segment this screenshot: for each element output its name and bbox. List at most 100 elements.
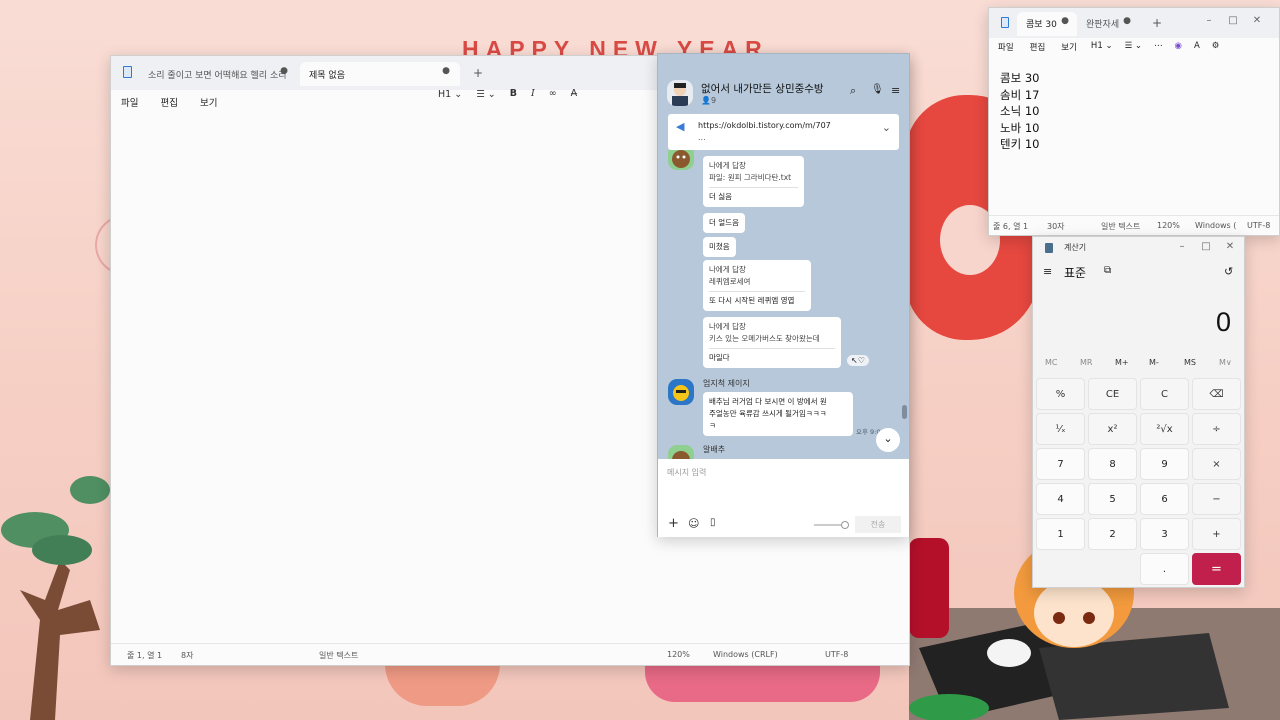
key-backspace[interactable]: ⌫ <box>1192 378 1241 410</box>
key-3[interactable]: 3 <box>1140 518 1189 550</box>
notepad-small-window[interactable]: 콤보 30 ● 완판자세 ● + – □ ✕ 파일 편집 보기 H1 ⌄ ☰ ⌄… <box>988 7 1280 236</box>
text-editor[interactable]: 콤보 30 솜비 17 소닉 10 노바 10 텐키 10 <box>1000 70 1270 153</box>
message-list[interactable]: 나에게 답장 파일: 원피 그라비다탄.txt 더 싫음 더 얼드음 미쳤음 나… <box>658 150 909 459</box>
nav-menu-icon[interactable]: ≡ <box>1043 266 1052 277</box>
sender-avatar[interactable] <box>668 445 694 459</box>
key-8[interactable]: 8 <box>1088 448 1137 480</box>
key-clear-entry[interactable]: CE <box>1088 378 1137 410</box>
key-equals[interactable]: = <box>1192 553 1241 585</box>
tab-document-2[interactable]: 제목 없음 ● <box>300 62 460 86</box>
new-tab-button[interactable]: + <box>473 66 483 80</box>
bold-icon[interactable]: B <box>510 89 517 100</box>
key-reciprocal[interactable]: ¹⁄ₓ <box>1036 413 1085 445</box>
status-encoding[interactable]: UTF-8 <box>1247 221 1270 230</box>
menu-view[interactable]: 보기 <box>1061 41 1077 53</box>
scroll-down-button[interactable]: ⌄ <box>876 428 900 452</box>
close-icon[interactable]: ✕ <box>1245 11 1269 31</box>
key-1[interactable]: 1 <box>1036 518 1085 550</box>
link-icon[interactable]: ∞ <box>549 89 557 100</box>
send-button[interactable]: 전송 <box>855 516 901 533</box>
message-bubble[interactable]: 나에게 답장 파일: 원피 그라비다탄.txt 더 싫음 <box>703 156 804 207</box>
message-bubble[interactable]: 나에게 답장 키스 있는 오메가버스도 찾아왔는데 마일다 <box>703 317 841 368</box>
key-square[interactable]: x² <box>1088 413 1137 445</box>
toggle-slider[interactable] <box>814 521 849 529</box>
notice-banner[interactable]: ◀ https://okdolbi.tistory.com/m/707 ... … <box>668 114 899 150</box>
key-clear[interactable]: C <box>1140 378 1189 410</box>
history-icon[interactable]: ↺ <box>1224 266 1233 277</box>
room-avatar[interactable] <box>667 80 693 106</box>
memory-list-button[interactable]: M∨ <box>1219 358 1232 367</box>
message-bubble[interactable]: 미쳤음 <box>703 237 736 257</box>
key-4[interactable]: 4 <box>1036 483 1085 515</box>
keep-on-top-icon[interactable]: ⧉ <box>1104 266 1111 276</box>
message-bubble[interactable]: 더 얼드음 <box>703 213 745 233</box>
key-plus[interactable]: + <box>1192 518 1241 550</box>
key-decimal[interactable]: . <box>1140 553 1189 585</box>
tab-document-1[interactable]: 소리 줄이고 보면 어떡해요 헬리 소리 ● <box>138 62 298 86</box>
memory-add-button[interactable]: M+ <box>1115 358 1129 367</box>
key-2[interactable]: 2 <box>1088 518 1137 550</box>
list-button[interactable]: ☰ ⌄ <box>476 89 496 100</box>
message-text: 주얼농만 육류감 쓰시게 될거임ㅋㅋㅋ <box>709 409 827 418</box>
status-zoom[interactable]: 120% <box>1157 221 1180 230</box>
reaction-badge[interactable]: ↖♡ <box>847 355 869 366</box>
key-minus[interactable]: − <box>1192 483 1241 515</box>
sender-avatar[interactable] <box>668 379 694 405</box>
clear-format-icon[interactable]: A̶ <box>571 89 578 100</box>
maximize-icon[interactable]: □ <box>1194 237 1218 257</box>
status-line-ending[interactable]: Windows (CRLF) <box>713 650 778 659</box>
key-9[interactable]: 9 <box>1140 448 1189 480</box>
tab-document-2[interactable]: 완판자세 ● <box>1079 12 1139 36</box>
emoji-icon[interactable]: ☺ <box>688 518 699 529</box>
menu-edit[interactable]: 편집 <box>1030 41 1046 53</box>
key-6[interactable]: 6 <box>1140 483 1189 515</box>
key-divide[interactable]: ÷ <box>1192 413 1241 445</box>
memory-clear-button[interactable]: MC <box>1045 358 1058 367</box>
menu-file[interactable]: 파일 <box>998 41 1014 53</box>
minimize-icon[interactable]: – <box>1170 237 1194 257</box>
close-icon[interactable]: ✕ <box>1218 237 1242 257</box>
microphone-icon[interactable]: 🎙 <box>871 85 884 95</box>
sender-avatar[interactable] <box>668 150 694 170</box>
maximize-icon[interactable]: □ <box>1221 11 1245 31</box>
key-7[interactable]: 7 <box>1036 448 1085 480</box>
notepad-app-icon <box>1001 17 1009 28</box>
menu-view[interactable]: 보기 <box>200 95 217 109</box>
more-options-icon[interactable]: ⋯ <box>1154 41 1163 53</box>
heading-select[interactable]: H1 ⌄ <box>1091 41 1113 53</box>
key-percent[interactable]: % <box>1036 378 1085 410</box>
status-zoom[interactable]: 120% <box>667 650 690 659</box>
memory-recall-button[interactable]: MR <box>1080 358 1092 367</box>
menu-file[interactable]: 파일 <box>121 95 138 109</box>
settings-icon[interactable]: ⚙ <box>1212 41 1220 53</box>
copilot-icon[interactable]: ◉ <box>1175 41 1182 53</box>
tab-document-1[interactable]: 콤보 30 ● <box>1017 12 1077 36</box>
calculator-window[interactable]: 계산기 – □ ✕ ≡ 표준 ⧉ ↺ 0 MC MR M+ M- MS M∨ %… <box>1032 236 1245 588</box>
memory-store-button[interactable]: MS <box>1184 358 1196 367</box>
file-icon[interactable]: ▯ <box>710 518 716 528</box>
chevron-down-icon[interactable]: ⌄ <box>882 122 891 133</box>
message-bubble[interactable]: 나에게 답장 레퀴엠로세여 또 다시 시작된 레퀴엠 영엽 <box>703 260 811 311</box>
status-line-ending[interactable]: Windows ( <box>1195 221 1236 230</box>
message-input[interactable]: 메시지 입력 <box>667 467 902 507</box>
status-encoding[interactable]: UTF-8 <box>825 650 848 659</box>
chat-window[interactable]: – □ ✕ 없어서 내가만든 상민중수방 👤9 ⌕ 🎙 ≡ ◀ https://… <box>657 53 910 537</box>
plus-icon[interactable]: + <box>668 517 679 530</box>
new-tab-button[interactable]: + <box>1152 16 1162 30</box>
search-icon[interactable]: ⌕ <box>850 85 856 96</box>
key-square-root[interactable]: ²√x <box>1140 413 1189 445</box>
scrollbar-thumb[interactable] <box>902 405 907 419</box>
memory-subtract-button[interactable]: M- <box>1149 358 1159 367</box>
menu-icon[interactable]: ≡ <box>891 85 900 96</box>
menu-edit[interactable]: 편집 <box>160 95 177 109</box>
member-count[interactable]: 👤9 <box>701 96 716 105</box>
message-bubble[interactable]: 배추님 러거엄 다 보시면 이 방에서 원 주얼농만 육류감 쓰시게 될거임ㅋㅋ… <box>703 392 853 436</box>
key-multiply[interactable]: × <box>1192 448 1241 480</box>
font-icon[interactable]: A <box>1194 41 1200 53</box>
italic-icon[interactable]: I <box>531 89 535 100</box>
notice-link[interactable]: https://okdolbi.tistory.com/m/707 <box>698 121 831 130</box>
heading-select[interactable]: H1 ⌄ <box>438 89 462 100</box>
minimize-icon[interactable]: – <box>1197 11 1221 31</box>
key-5[interactable]: 5 <box>1088 483 1137 515</box>
list-button[interactable]: ☰ ⌄ <box>1125 41 1142 53</box>
